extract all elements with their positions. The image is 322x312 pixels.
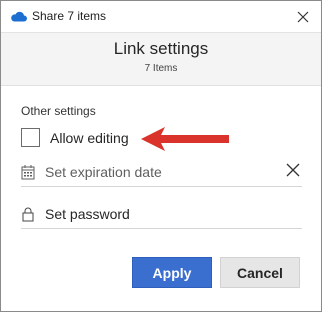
close-icon	[297, 11, 309, 22]
close-button[interactable]	[285, 1, 321, 32]
window-title: Share 7 items	[32, 9, 107, 23]
header-title: Link settings	[113, 39, 209, 58]
calendar-icon	[21, 165, 35, 180]
section-label-other-settings: Other settings	[21, 104, 96, 118]
lock-icon	[22, 207, 34, 222]
apply-button[interactable]: Apply	[132, 257, 212, 288]
password-label: Set password	[45, 206, 130, 222]
title-bar: Share 7 items	[1, 1, 321, 33]
clear-x-icon[interactable]	[284, 161, 302, 179]
header-subtitle: 7 Items	[144, 63, 178, 74]
annotation-arrow-icon	[141, 127, 229, 151]
allow-editing-label[interactable]: Allow editing	[50, 130, 129, 146]
share-dialog: Share 7 items Link settings 7 Items Othe…	[0, 0, 322, 312]
dialog-header: Link settings 7 Items	[1, 33, 321, 86]
expiration-date-field[interactable]: Set expiration date	[21, 158, 302, 187]
allow-editing-checkbox[interactable]	[21, 128, 40, 147]
onedrive-cloud-icon	[11, 11, 27, 22]
cancel-button[interactable]: Cancel	[220, 257, 300, 288]
expiration-date-placeholder: Set expiration date	[45, 164, 162, 180]
password-field[interactable]: Set password	[21, 200, 302, 229]
